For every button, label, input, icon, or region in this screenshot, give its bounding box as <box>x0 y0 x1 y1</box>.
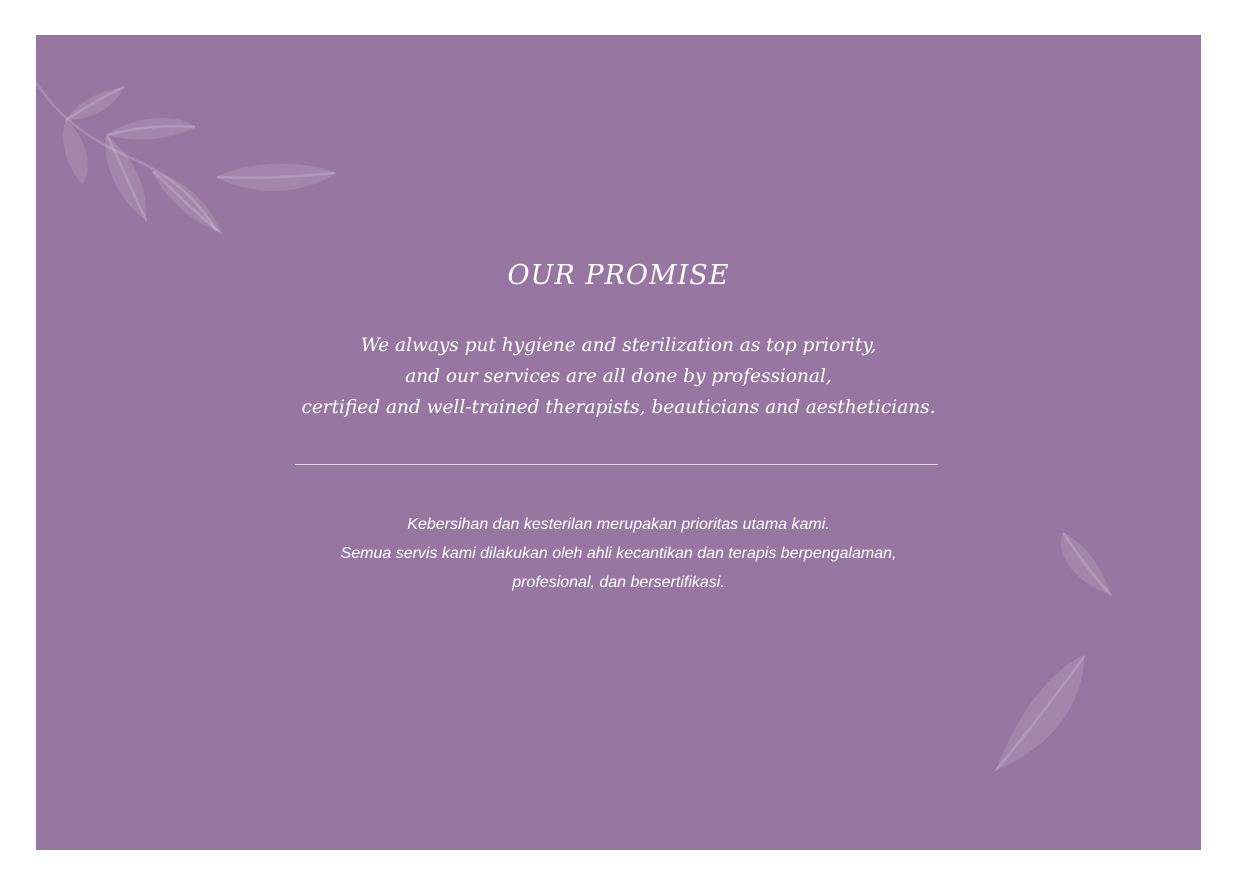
promise-panel: OUR PROMISE We always put hygiene and st… <box>36 35 1201 850</box>
promise-indonesian-line: Kebersihan dan kesterilan merupakan prio… <box>407 516 830 533</box>
promise-english: We always put hygiene and sterilization … <box>36 330 1201 423</box>
promise-indonesian-line: profesional, dan bersertifikasi. <box>512 574 725 591</box>
promise-english-line: and our services are all done by profess… <box>405 366 832 387</box>
divider <box>295 464 938 465</box>
promise-indonesian: Kebersihan dan kesterilan merupakan prio… <box>36 510 1201 597</box>
leaf-branch-icon <box>36 81 336 235</box>
promise-indonesian-line: Semua servis kami dilakukan oleh ahli ke… <box>340 545 897 562</box>
promise-english-line: certified and well-trained therapists, b… <box>301 397 936 418</box>
section-title: OUR PROMISE <box>507 260 730 291</box>
decorative-leaves <box>36 81 1113 772</box>
leaf-icon <box>994 655 1086 772</box>
promise-english-line: We always put hygiene and sterilization … <box>360 335 877 356</box>
